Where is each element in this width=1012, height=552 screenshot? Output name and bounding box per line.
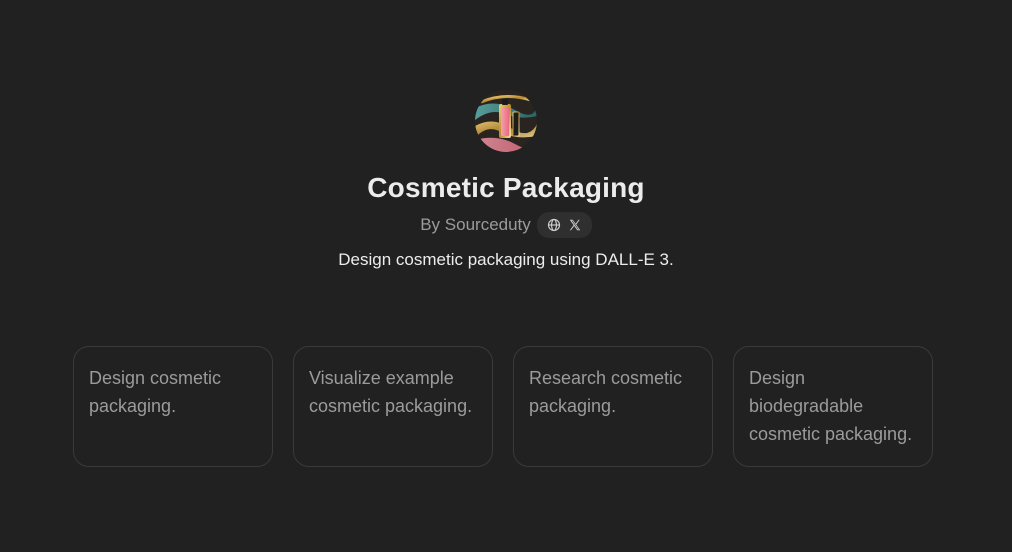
gpt-header: Cosmetic Packaging By Sourceduty Design … [0, 90, 1012, 272]
starter-card[interactable]: Design biodegradable cosmetic packaging. [733, 346, 933, 467]
page: Cosmetic Packaging By Sourceduty Design … [0, 0, 1012, 552]
starter-card[interactable]: Research cosmetic packaging. [513, 346, 713, 467]
social-links [536, 212, 592, 238]
gpt-title: Cosmetic Packaging [367, 172, 645, 203]
author-name: By Sourceduty [420, 215, 531, 234]
gpt-description: Design cosmetic packaging using DALL-E 3… [338, 250, 674, 269]
starter-card[interactable]: Design cosmetic packaging. [73, 346, 273, 467]
starter-card[interactable]: Visualize example cosmetic packaging. [293, 346, 493, 467]
conversation-starters: Design cosmetic packaging. Visualize exa… [73, 346, 933, 467]
x-logo-icon[interactable] [567, 217, 583, 233]
byline: By Sourceduty [420, 212, 592, 238]
gpt-avatar [475, 90, 537, 152]
globe-icon[interactable] [546, 217, 562, 233]
